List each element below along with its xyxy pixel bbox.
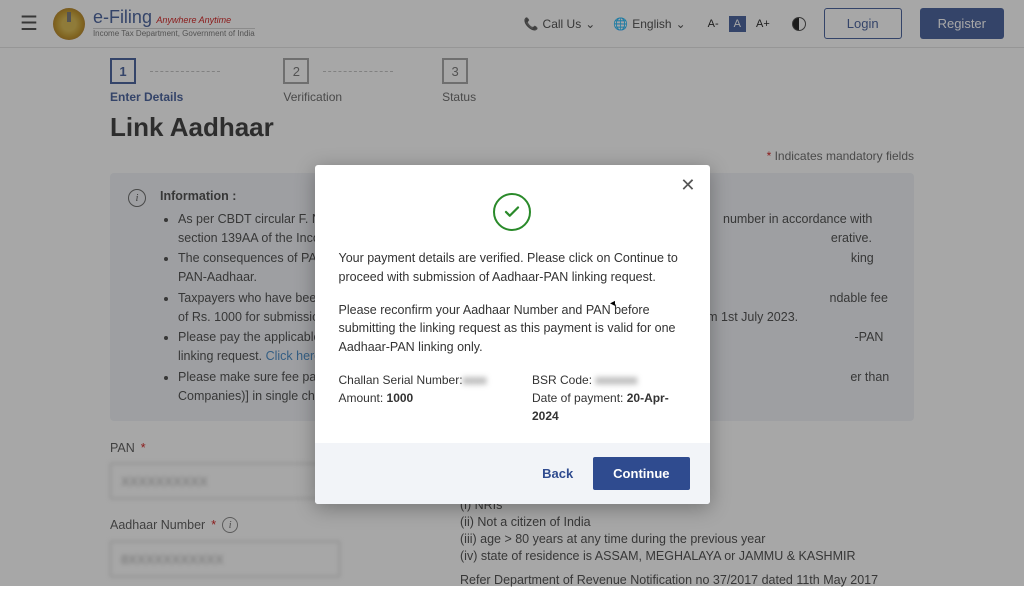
- amount-row: Amount: 1000: [339, 389, 493, 407]
- modal-message-2: Please reconfirm your Aadhaar Number and…: [339, 301, 686, 357]
- challan-row: Challan Serial Number:xxxx: [339, 371, 493, 389]
- details-right: BSR Code: xxxxxxx Date of payment: 20-Ap…: [532, 371, 686, 425]
- modal-body: Your payment details are verified. Pleas…: [315, 165, 710, 443]
- challan-value: xxxx: [463, 371, 487, 389]
- continue-button[interactable]: Continue: [593, 457, 689, 490]
- back-button[interactable]: Back: [542, 466, 573, 481]
- bsr-row: BSR Code: xxxxxxx: [532, 371, 686, 389]
- modal-footer: Back Continue: [315, 443, 710, 504]
- payment-verified-modal: ✕ Your payment details are verified. Ple…: [315, 165, 710, 504]
- bsr-value: xxxxxxx: [595, 371, 637, 389]
- modal-details: Challan Serial Number:xxxx Amount: 1000 …: [339, 371, 686, 425]
- date-row: Date of payment: 20-Apr-2024: [532, 389, 686, 425]
- success-check-icon: [493, 193, 531, 231]
- close-icon[interactable]: ✕: [680, 175, 695, 196]
- modal-overlay: ✕ Your payment details are verified. Ple…: [0, 0, 1024, 586]
- cursor-icon: ◂: [610, 298, 615, 309]
- modal-message-1: Your payment details are verified. Pleas…: [339, 249, 686, 287]
- amount-value: 1000: [387, 391, 414, 405]
- details-left: Challan Serial Number:xxxx Amount: 1000: [339, 371, 493, 425]
